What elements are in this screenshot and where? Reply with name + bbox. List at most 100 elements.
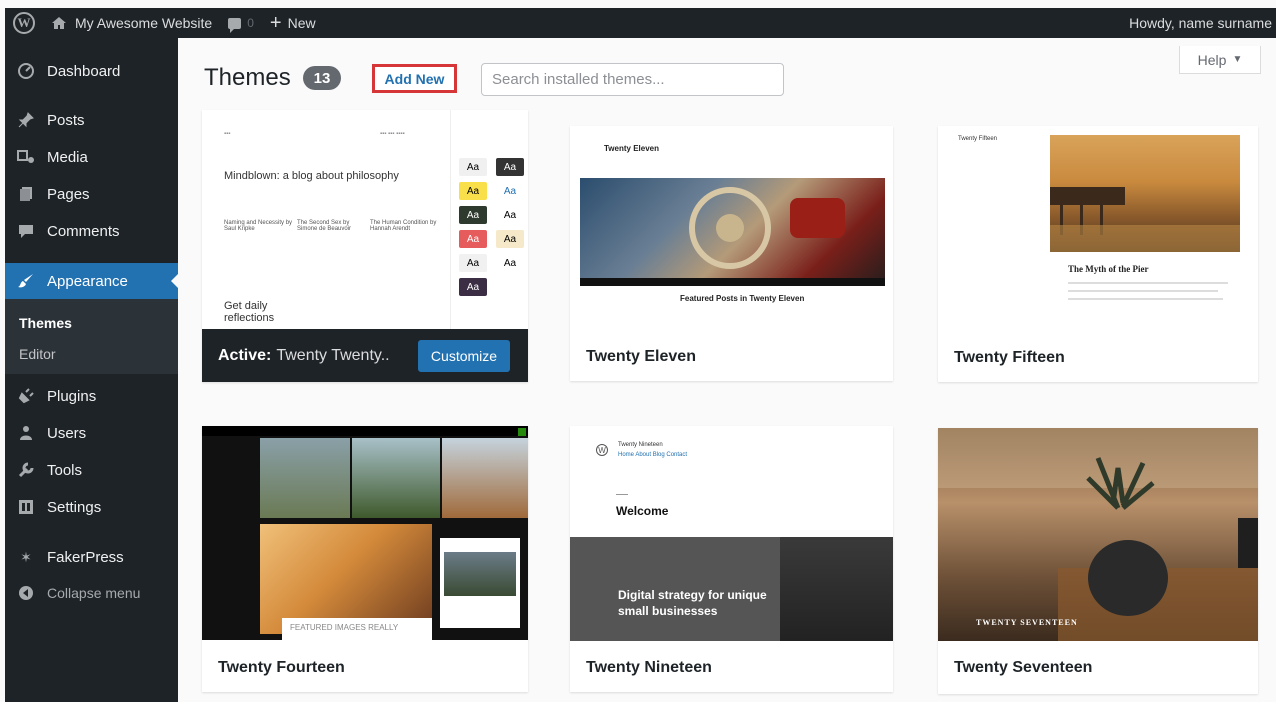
active-prefix: Active: (218, 346, 272, 364)
submenu-themes[interactable]: Themes (19, 315, 72, 331)
style-swatch: Aa (496, 206, 524, 224)
search-themes-input[interactable] (481, 63, 784, 96)
comment-icon (15, 222, 37, 240)
menu-posts-label: Posts (47, 111, 85, 129)
comments-link[interactable]: 0 (220, 8, 262, 38)
site-name-link[interactable]: My Awesome Website (43, 8, 220, 38)
admin-bar: W My Awesome Website 0 + New Howdy, name… (5, 8, 1276, 38)
menu-media[interactable]: Media (5, 139, 178, 175)
style-swatch: Aa (496, 158, 524, 176)
wordpress-icon: W (596, 444, 608, 456)
theme-name: Twenty Eleven (586, 348, 696, 365)
customize-button[interactable]: Customize (418, 340, 510, 372)
style-swatch: Aa (496, 254, 524, 272)
menu-fakerpress[interactable]: ✶ FakerPress (5, 539, 178, 575)
account-menu[interactable]: Howdy, name surname (1121, 8, 1276, 38)
style-swatch: Aa (459, 254, 487, 272)
menu-pages-label: Pages (47, 185, 90, 203)
menu-strip (580, 278, 885, 286)
text-line (1068, 298, 1223, 300)
theme-name: Twenty Fifteen (954, 349, 1065, 366)
wp-logo-button[interactable]: W (5, 8, 43, 38)
menu-plugins[interactable]: Plugins (5, 378, 178, 414)
theme-card-twenty-fourteen[interactable]: FEATURED IMAGES REALLY Twenty Fourteen (202, 426, 528, 692)
site-name: My Awesome Website (75, 15, 213, 31)
caption-box: FEATURED IMAGES REALLY (282, 618, 432, 640)
theme-card-twenty-fifteen[interactable]: Twenty Fifteen The Myth of the Pier Twen… (938, 126, 1258, 382)
collapse-menu-button[interactable]: Collapse menu (5, 575, 178, 611)
pages-icon (15, 185, 37, 203)
wp-admin-page: W My Awesome Website 0 + New Howdy, name… (0, 0, 1276, 702)
theme-screenshot: TWENTY SEVENTEEN (938, 428, 1258, 641)
new-content-link[interactable]: + New (262, 8, 324, 38)
pier-image (1050, 135, 1240, 252)
style-swatch: Aa (459, 278, 487, 296)
style-swatch: Aa (459, 206, 487, 224)
header-image (580, 178, 885, 278)
help-tab[interactable]: Help ▼ (1179, 46, 1261, 74)
theme-screenshot: ▪▪▪ ▪▪▪ ▪▪▪ ▪▪▪▪ Mindblown: a blog about… (202, 110, 528, 329)
preview-nav: ▪▪▪ ▪▪▪ ▪▪▪▪ (380, 131, 405, 137)
preview-style-panel: Aa Aa Aa Aa Aa Aa Aa Aa Aa Aa Aa (450, 110, 528, 329)
theme-card-twenty-seventeen[interactable]: TWENTY SEVENTEEN Twenty Seventeen (938, 428, 1258, 694)
style-swatch: Aa (496, 182, 524, 200)
text-line (1068, 290, 1218, 292)
menu-dashboard-label: Dashboard (47, 62, 121, 80)
preview-footer: Get daily reflections (224, 300, 275, 324)
menu-appearance[interactable]: Appearance (5, 263, 179, 299)
featured-image (352, 438, 440, 518)
users-icon (15, 424, 37, 442)
widget-image (444, 552, 516, 596)
menu-settings[interactable]: Settings (5, 489, 178, 525)
divider (616, 494, 628, 495)
shot-heading: The Myth of the Pier (1068, 264, 1149, 274)
shot-heading: TWENTY SEVENTEEN (976, 618, 1078, 627)
shot-heading: FEATURED IMAGES REALLY (290, 623, 399, 632)
menu-dashboard[interactable]: Dashboard (5, 53, 178, 89)
home-icon (52, 17, 66, 29)
banner: Digital strategy for unique small busine… (570, 537, 893, 641)
shot-heading: Welcome (616, 504, 669, 518)
theme-card-twenty-eleven[interactable]: Twenty Eleven Featured Posts in Twenty E… (570, 126, 893, 381)
theme-card-twenty-nineteen[interactable]: W Twenty Nineteen Home About Blog Contac… (570, 426, 893, 692)
menu-tools[interactable]: Tools (5, 452, 178, 488)
menu-comments[interactable]: Comments (5, 213, 178, 249)
dashboard-icon (15, 62, 37, 80)
plug-icon (15, 387, 37, 405)
comments-count: 0 (247, 16, 254, 30)
shot-title: Twenty Fifteen (958, 136, 998, 142)
brush-icon (15, 272, 37, 290)
star-icon: ✶ (20, 548, 32, 565)
banner-image (780, 537, 893, 641)
menu-pages[interactable]: Pages (5, 176, 178, 212)
page-title: Themes (204, 64, 291, 91)
plus-icon: + (269, 12, 282, 34)
theme-screenshot: W Twenty Nineteen Home About Blog Contac… (570, 426, 893, 641)
theme-card-active[interactable]: ▪▪▪ ▪▪▪ ▪▪▪ ▪▪▪▪ Mindblown: a blog about… (202, 110, 528, 382)
preview-heading: Mindblown: a blog about philosophy (224, 170, 399, 182)
menu-posts[interactable]: Posts (5, 102, 178, 138)
help-label: Help (1197, 51, 1227, 68)
style-swatch: Aa (459, 230, 487, 248)
active-theme-name: Twenty Twenty.. (276, 346, 390, 364)
shot-topbar (202, 426, 528, 436)
wrench-icon (15, 461, 37, 479)
menu-users[interactable]: Users (5, 415, 178, 451)
menu-fakerpress-label: FakerPress (47, 548, 124, 566)
theme-name: Twenty Seventeen (954, 659, 1093, 676)
wordpress-icon: W (13, 12, 35, 34)
menu-plugins-label: Plugins (47, 387, 97, 405)
theme-screenshot: Twenty Fifteen The Myth of the Pier (938, 126, 1258, 331)
active-theme-bar: Active: Twenty Twenty.. Customize (202, 329, 528, 382)
shot-title: Twenty Nineteen (618, 442, 663, 448)
submenu-editor[interactable]: Editor (19, 346, 56, 362)
greeting: Howdy, name surname (1129, 15, 1272, 31)
collapse-menu-label: Collapse menu (47, 585, 141, 601)
menu-appearance-label: Appearance (47, 272, 128, 290)
plant-graphic (938, 428, 1258, 641)
sidebar-widget (440, 538, 520, 628)
chevron-down-icon: ▼ (1232, 54, 1243, 65)
pier-graphic (1050, 187, 1240, 252)
collapse-icon (15, 584, 37, 602)
add-new-button[interactable]: Add New (372, 64, 457, 93)
